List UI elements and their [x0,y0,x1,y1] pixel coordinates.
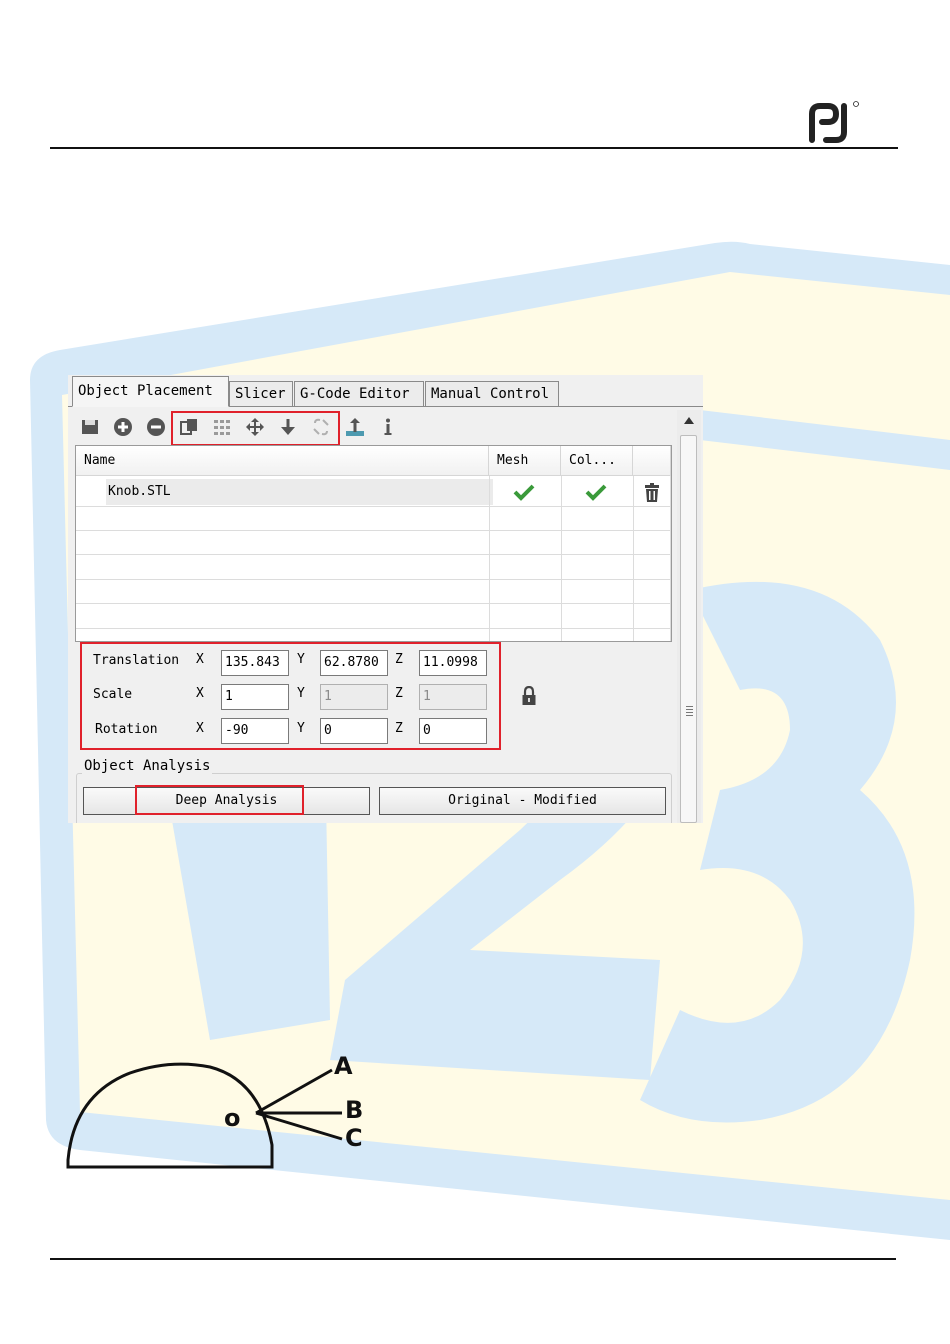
tab-manual-control[interactable]: Manual Control [425,381,559,406]
toolbar-highlight-box [171,411,340,446]
tab-bar: Object Placement Slicer G-Code Editor Ma… [68,375,703,407]
footer-rule [50,1258,896,1260]
label-a: A [334,1052,353,1080]
label-c: C [345,1124,363,1152]
scroll-thumb[interactable] [680,435,697,823]
transform-highlight-box [80,642,501,750]
center-o-label: o [224,1104,241,1132]
scroll-up-arrow-icon[interactable] [677,410,701,430]
column-header-mesh[interactable]: Mesh [489,446,561,476]
column-header-name[interactable]: Name [76,446,489,476]
remove-icon[interactable] [144,415,168,439]
header-rule [50,147,898,149]
trash-icon[interactable] [644,483,660,502]
add-icon[interactable] [111,415,135,439]
mesh-check-icon [513,484,535,501]
brand-logo-icon [809,101,859,143]
object-name: Knob.STL [108,484,171,499]
collision-check-icon [585,484,607,501]
tab-gcode-editor[interactable]: G-Code Editor [294,381,424,406]
column-header-collision[interactable]: Col... [561,446,633,476]
column-header-action [633,446,671,476]
label-b: B [345,1096,364,1124]
object-analysis-title: Object Analysis [82,758,213,774]
object-list: Name Mesh Col... Knob.STL [75,445,672,642]
original-modified-button[interactable]: Original - Modified [379,787,666,815]
vertical-scrollbar[interactable] [677,410,701,823]
table-row[interactable]: Knob.STL [106,479,493,505]
deep-analysis-highlight-box [135,785,304,815]
tab-slicer[interactable]: Slicer [229,381,293,406]
app-window: Object Placement Slicer G-Code Editor Ma… [68,375,703,823]
lock-icon[interactable] [521,686,537,706]
land-icon[interactable] [343,415,367,439]
info-icon[interactable] [376,415,400,439]
save-icon[interactable] [78,415,102,439]
tab-object-placement[interactable]: Object Placement [72,376,229,407]
angle-diagram [66,1062,343,1169]
